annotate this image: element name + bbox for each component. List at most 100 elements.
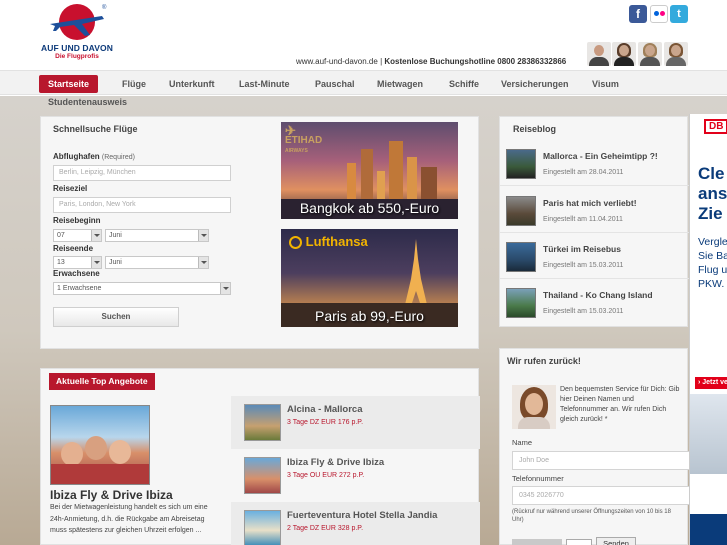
db-headline-3: Zie bbox=[698, 204, 723, 223]
blog-item[interactable]: Thailand - Ko Chang Island Eingestellt a… bbox=[500, 279, 689, 325]
db-side-ad[interactable]: DB Cle ans Zie Vergle Sie Ba Flug u PKW.… bbox=[689, 114, 727, 545]
team-photo-3 bbox=[638, 42, 662, 66]
featured-offer-text: Bei der Mietwagenleistung handelt es sic… bbox=[50, 504, 208, 534]
offer-price: 3 Tage OU EUR 272 p.P. bbox=[287, 472, 365, 479]
destination-label: Reiseziel bbox=[53, 184, 88, 193]
phone-label: Telefonnummer bbox=[512, 474, 564, 483]
ad-caption-bangkok: Bangkok ab 550,-Euro bbox=[299, 200, 440, 216]
adults-select[interactable]: 1 Erwachsene bbox=[53, 282, 231, 295]
send-button[interactable]: Senden bbox=[596, 537, 636, 545]
required-hint: (Required) bbox=[101, 154, 135, 161]
offer-thumbnail bbox=[244, 457, 281, 494]
blog-thumbnail bbox=[506, 196, 536, 226]
team-photo-2 bbox=[612, 42, 636, 66]
travel-blog-panel: Reiseblog Mallorca - Ein Geheimtipp ?! E… bbox=[499, 116, 689, 327]
blog-item[interactable]: Paris hat mich verliebt! Eingestellt am … bbox=[500, 187, 689, 233]
name-input[interactable]: John Doe bbox=[512, 451, 692, 470]
team-photo-1 bbox=[587, 42, 611, 66]
offer-thumbnail bbox=[244, 404, 281, 441]
blog-item-title: Türkei im Reisebus bbox=[543, 244, 621, 254]
lufthansa-logo: Lufthansa bbox=[289, 234, 368, 250]
offer-thumbnail bbox=[244, 510, 281, 545]
db-logo: DB bbox=[704, 119, 727, 134]
nav-startseite[interactable]: Startseite bbox=[39, 75, 99, 93]
blog-title: Reiseblog bbox=[513, 124, 557, 134]
blog-item-title: Thailand - Ko Chang Island bbox=[543, 290, 653, 300]
header-hotline: www.auf-und-davon.de | Kostenlose Buchun… bbox=[296, 57, 566, 66]
blog-item-title: Paris hat mich verliebt! bbox=[543, 198, 637, 208]
featured-offer-image[interactable] bbox=[50, 405, 150, 485]
end-day-select[interactable]: 13 bbox=[53, 256, 102, 269]
chevron-down-icon bbox=[91, 230, 101, 241]
nav-visum[interactable]: Visum bbox=[592, 75, 619, 93]
captcha-input[interactable] bbox=[566, 539, 592, 545]
flickr-icon[interactable] bbox=[650, 5, 668, 23]
end-month-select[interactable]: Juni bbox=[105, 256, 209, 269]
flight-search-panel: Schnellsuche Flüge Abflughafen (Required… bbox=[40, 116, 479, 349]
db-headline-2: ans bbox=[698, 184, 727, 203]
separator: | bbox=[380, 57, 383, 66]
destination-input[interactable]: Paris, London, New York bbox=[53, 197, 231, 213]
nav-schiffe[interactable]: Schiffe bbox=[449, 75, 479, 93]
adults-label: Erwachsene bbox=[53, 269, 100, 278]
nav-last-minute[interactable]: Last-Minute bbox=[239, 75, 290, 93]
db-text-2: Sie Ba bbox=[698, 250, 727, 262]
db-text-4: PKW. bbox=[698, 278, 725, 290]
offer-item[interactable]: Alcina - Mallorca 3 Tage DZ EUR 176 p.P. bbox=[231, 396, 480, 449]
chevron-down-icon bbox=[198, 257, 208, 268]
blog-item[interactable]: Türkei im Reisebus Eingestellt am 15.03.… bbox=[500, 233, 689, 279]
offer-title: Fuerteventura Hotel Stella Jandia bbox=[287, 510, 438, 521]
departure-input[interactable]: Berlin, Leipzig, München bbox=[53, 165, 231, 181]
site-url[interactable]: www.auf-und-davon.de bbox=[296, 57, 378, 66]
blog-item-date: Eingestellt am 15.03.2011 bbox=[543, 262, 624, 269]
name-label: Name bbox=[512, 438, 533, 447]
db-text-3: Flug u bbox=[698, 264, 727, 276]
db-headline-1: Cle bbox=[698, 164, 725, 183]
blog-item[interactable]: Mallorca - Ein Geheimtipp ?! Eingestellt… bbox=[500, 140, 689, 186]
nav-studentenausweis[interactable]: Studentenausweis bbox=[48, 97, 127, 107]
offer-item[interactable]: Fuerteventura Hotel Stella Jandia 2 Tage… bbox=[231, 502, 480, 545]
hotline-text: Kostenlose Buchungshotline 0800 28386332… bbox=[384, 57, 567, 66]
offer-item[interactable]: Ibiza Fly & Drive Ibiza 3 Tage OU EUR 27… bbox=[231, 449, 480, 502]
twitter-icon[interactable]: t bbox=[670, 5, 688, 23]
start-month-select[interactable]: Juni bbox=[105, 229, 209, 242]
brand-tagline: Die Flugprofis bbox=[55, 53, 99, 60]
nav-mietwagen[interactable]: Mietwagen bbox=[377, 75, 423, 93]
nav-pauschal[interactable]: Pauschal bbox=[315, 75, 355, 93]
callback-note: (Rückruf nur während unserer Öffnungszei… bbox=[512, 509, 671, 523]
nav-fluege[interactable]: Flüge bbox=[122, 75, 146, 93]
search-button[interactable]: Suchen bbox=[53, 307, 179, 327]
nav-versicherungen[interactable]: Versicherungen bbox=[501, 75, 569, 93]
brand-logo[interactable]: ® AUF UND DAVON Die Flugprofis bbox=[38, 2, 116, 62]
blog-item-date: Eingestellt am 15.03.2011 bbox=[543, 308, 624, 315]
callback-text: Den bequemsten Service für Dich: Gib hie… bbox=[560, 386, 680, 423]
offer-title: Alcina - Mallorca bbox=[287, 404, 363, 415]
blog-item-date: Eingestellt am 11.04.2011 bbox=[543, 216, 623, 223]
callback-title: Wir rufen zurück! bbox=[507, 356, 581, 366]
offer-price: 2 Tage DZ EUR 328 p.P. bbox=[287, 525, 364, 532]
svg-text:®: ® bbox=[102, 4, 107, 11]
ad-banner-bangkok[interactable]: ✈ ETIHAD AIRWAYS Bangkok ab 550,-Euro bbox=[281, 122, 458, 219]
featured-offer-title[interactable]: Ibiza Fly & Drive Ibiza bbox=[50, 488, 173, 502]
facebook-icon[interactable]: f bbox=[629, 5, 647, 23]
db-footer-band bbox=[690, 514, 727, 545]
db-cta-button[interactable]: › Jetzt ve bbox=[695, 377, 727, 389]
blog-thumbnail bbox=[506, 288, 536, 318]
offers-tab[interactable]: Aktuelle Top Angebote bbox=[49, 373, 155, 390]
phone-input[interactable]: 0345 2026770 bbox=[512, 486, 692, 505]
db-text-1: Vergle bbox=[698, 236, 727, 248]
callback-panel: Wir rufen zurück! Den bequemsten Service… bbox=[499, 348, 692, 545]
search-title: Schnellsuche Flüge bbox=[53, 124, 138, 134]
start-day-select[interactable]: 07 bbox=[53, 229, 102, 242]
nav-unterkunft[interactable]: Unterkunft bbox=[169, 75, 215, 93]
offer-title: Ibiza Fly & Drive Ibiza bbox=[287, 457, 385, 468]
end-label: Reiseende bbox=[53, 244, 94, 253]
ad-banner-paris[interactable]: Lufthansa Paris ab 99,-Euro bbox=[281, 229, 458, 327]
blog-thumbnail bbox=[506, 149, 536, 179]
chevron-down-icon bbox=[220, 283, 230, 294]
chevron-down-icon bbox=[198, 230, 208, 241]
top-offers-panel: Aktuelle Top Angebote Ibiza Fly & Drive … bbox=[40, 368, 480, 545]
blog-thumbnail bbox=[506, 242, 536, 272]
etihad-logo: ✈ ETIHAD AIRWAYS bbox=[285, 123, 323, 154]
captcha-image bbox=[512, 539, 562, 545]
